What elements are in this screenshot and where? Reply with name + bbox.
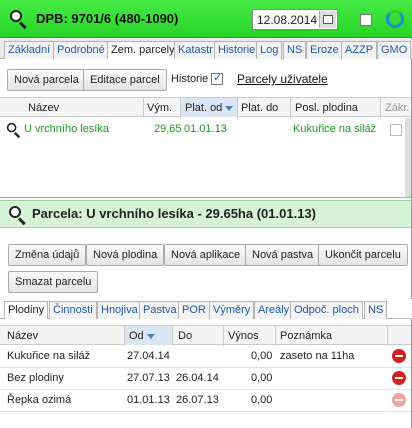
check-icon: ✓ <box>213 72 223 84</box>
history-checkbox[interactable]: ✓ <box>211 72 223 85</box>
parcel-grid-header: Název Vým. Plat. od Plat. do Posl. plodi… <box>0 97 411 118</box>
tab-pastva[interactable]: Pastva <box>139 301 181 319</box>
crop-to: 26.04.14 <box>176 372 219 384</box>
tab-ns[interactable]: NS <box>283 41 307 59</box>
tab-podrobne[interactable]: Podrobné <box>53 41 109 59</box>
crop-to: 26.07.13 <box>176 394 219 406</box>
col-crop-od[interactable]: Od <box>125 326 172 345</box>
tab-azzp[interactable]: AZZP <box>341 41 378 59</box>
crop-name: Bez plodiny <box>7 372 64 384</box>
parcel-valid-from: 01.01.13 <box>184 123 227 135</box>
page-title: DPB: 9701/6 (480-1090) <box>36 11 179 26</box>
new-crop-button[interactable]: Nová plodina <box>86 244 165 266</box>
crop-name: Kukuřice na siláž <box>7 350 91 362</box>
tab-zakladni[interactable]: Základní <box>4 41 55 59</box>
new-application-button[interactable]: Nová aplikace <box>164 244 248 266</box>
divider <box>0 197 411 198</box>
table-row[interactable]: U vrchního lesíka 29,65 01.01.13 Kukuřic… <box>0 118 405 140</box>
refresh-icon[interactable] <box>386 10 404 28</box>
col-crop-nazev[interactable]: Název <box>7 330 38 342</box>
tab-por[interactable]: POR <box>178 301 210 319</box>
col-crop-do[interactable]: Do <box>178 330 192 342</box>
edit-parcel-button[interactable]: Editace parcel <box>83 69 167 91</box>
parcel-last-crop: Kukuřice na siláž <box>293 123 377 135</box>
header-bar: DPB: 9701/6 (480-1090) 12.08.2014 <box>0 0 412 38</box>
table-row[interactable]: Bez plodiny 27.07.13 26.04.14 0,00 <box>0 368 411 389</box>
tab-vymery[interactable]: Výměry <box>209 301 255 319</box>
table-row[interactable]: Řepka ozimá 01.01.13 26.07.13 0,00 <box>0 390 411 411</box>
delete-icon[interactable] <box>392 371 406 385</box>
tab-log[interactable]: Log <box>256 41 283 59</box>
col-plat-do[interactable]: Plat. do <box>241 102 278 114</box>
new-pasture-button[interactable]: Nová pastva <box>245 244 321 266</box>
tab-arealy[interactable]: Areály <box>254 301 294 319</box>
tab-gmo[interactable]: GMO <box>377 41 412 59</box>
tab-hnojiva[interactable]: Hnojiva <box>97 301 142 319</box>
search-icon[interactable] <box>6 122 21 139</box>
crop-from: 27.07.13 <box>127 372 170 384</box>
col-crop-vynos[interactable]: Výnos <box>228 330 259 342</box>
col-nazev[interactable]: Název <box>28 102 59 114</box>
crop-from: 27.04.14 <box>127 350 170 362</box>
app-frame: DPB: 9701/6 (480-1090) 12.08.2014 Základ… <box>0 0 412 428</box>
crop-yield: 0,00 <box>251 350 273 362</box>
delete-icon[interactable] <box>392 349 406 363</box>
search-icon[interactable] <box>9 206 27 226</box>
tab-odpoc-ploch[interactable]: Odpoč. ploch <box>290 301 363 319</box>
zakr-checkbox[interactable] <box>390 124 402 136</box>
main-tabs: Základní Podrobné Zem. parcely Katastr H… <box>0 39 412 59</box>
crop-note: zaseto na 11ha <box>280 350 355 362</box>
date-input[interactable]: 12.08.2014 <box>252 9 338 30</box>
table-row[interactable]: Kukuřice na siláž 27.04.14 0,00 zaseto n… <box>0 346 411 367</box>
crop-from: 01.01.13 <box>127 394 170 406</box>
col-plat-od[interactable]: Plat. od <box>181 98 237 117</box>
col-posl-plodina[interactable]: Posl. plodina <box>295 102 358 114</box>
tab-zem-parcely[interactable]: Zem. parcely <box>107 41 179 59</box>
delete-parcel-button[interactable]: Smazat parcelu <box>8 271 99 293</box>
parcel-detail-title: Parcela: U vrchního lesíka - 29.65ha (01… <box>32 206 316 221</box>
parcel-name: U vrchního lesíka <box>24 123 109 135</box>
date-value: 12.08.2014 <box>257 13 318 27</box>
crop-yield: 0,00 <box>251 394 273 406</box>
tab-historie[interactable]: Historie <box>214 41 260 59</box>
divider <box>0 411 411 412</box>
col-crop-od-label: Od <box>129 330 144 342</box>
user-parcels-link[interactable]: Parcely uživatele <box>237 72 328 86</box>
search-icon[interactable] <box>10 10 28 30</box>
tab-katastr[interactable]: Katastr <box>174 41 217 59</box>
tab-ns-detail[interactable]: NS <box>364 301 388 319</box>
delete-icon[interactable] <box>392 393 406 407</box>
crop-grid-header: Název Od Do Výnos Poznámka <box>0 325 411 346</box>
tab-cinnosti[interactable]: Činnosti <box>49 301 97 319</box>
detail-tabs: Plodiny Činnosti Hnojiva Pastva POR Výmě… <box>0 299 412 319</box>
tab-eroze[interactable]: Eroze <box>306 41 343 59</box>
parcel-area: 29,65 <box>154 123 182 135</box>
tab-plodiny[interactable]: Plodiny <box>4 301 49 319</box>
crop-name: Řepka ozimá <box>7 394 72 406</box>
change-data-button[interactable]: Změna údajů <box>8 244 87 266</box>
col-plat-od-label: Plat. od <box>185 102 223 114</box>
col-vym[interactable]: Vým. <box>147 102 172 114</box>
history-label: Historie <box>171 73 209 85</box>
end-parcel-button[interactable]: Ukončit parcelu <box>318 244 408 266</box>
parcel-grid-scrollbar[interactable] <box>405 118 411 198</box>
sort-desc-icon <box>146 333 155 339</box>
col-zakr[interactable]: Zákr. <box>385 102 409 114</box>
date-checkbox[interactable] <box>360 14 372 26</box>
sort-desc-icon <box>225 105 234 111</box>
new-parcel-button[interactable]: Nová parcela <box>7 69 86 91</box>
col-crop-poznamka[interactable]: Poznámka <box>280 330 332 342</box>
calendar-icon[interactable] <box>319 11 336 28</box>
crop-yield: 0,00 <box>251 372 273 384</box>
